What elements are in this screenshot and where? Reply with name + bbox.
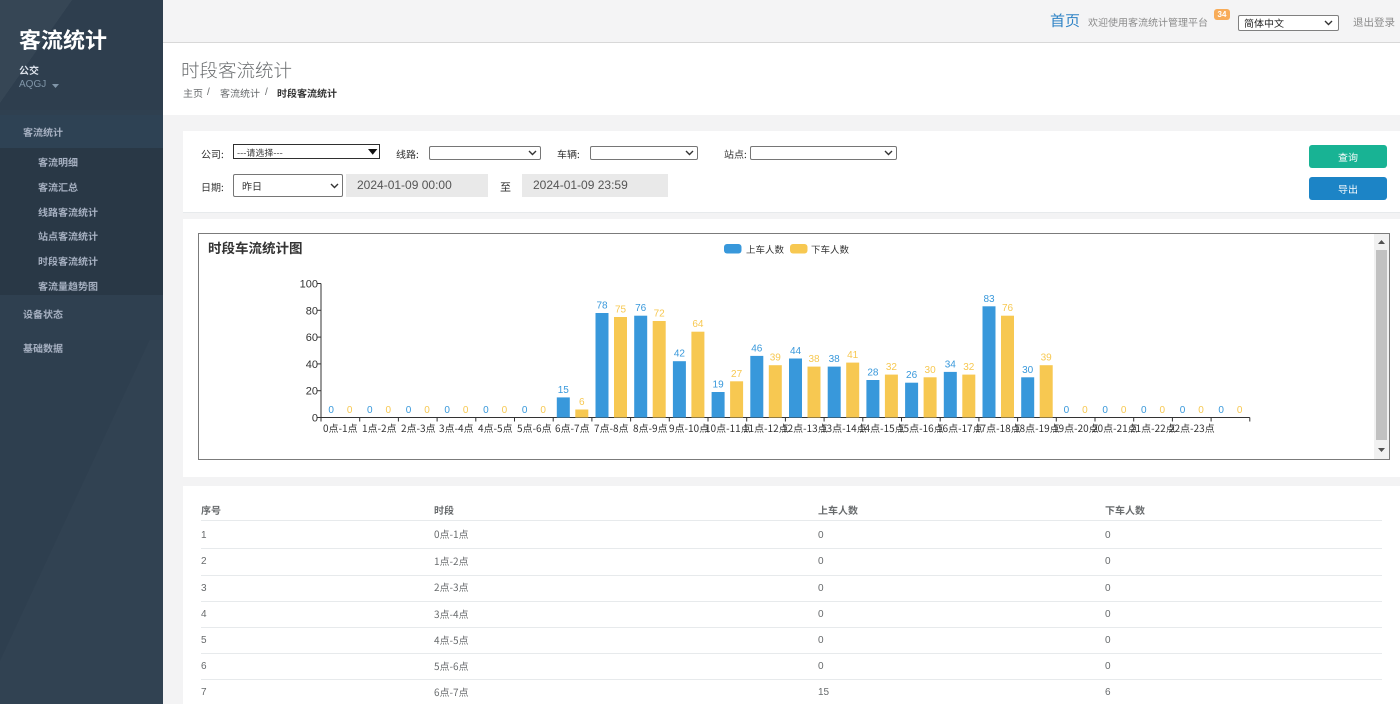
svg-text:83: 83 <box>983 294 995 305</box>
svg-text:80: 80 <box>306 305 318 317</box>
svg-text:44: 44 <box>790 346 802 357</box>
svg-text:38: 38 <box>829 354 841 365</box>
svg-text:76: 76 <box>1002 303 1014 314</box>
svg-text:64: 64 <box>692 319 704 330</box>
svg-text:42: 42 <box>674 349 686 360</box>
svg-text:20: 20 <box>306 386 318 398</box>
svg-text:0: 0 <box>1121 405 1127 416</box>
svg-text:0: 0 <box>424 405 430 416</box>
svg-text:0: 0 <box>1141 405 1147 416</box>
svg-text:28: 28 <box>867 368 879 379</box>
svg-text:76: 76 <box>635 303 647 314</box>
svg-text:100: 100 <box>300 279 318 291</box>
svg-text:0: 0 <box>502 405 508 416</box>
svg-text:19: 19 <box>713 380 725 391</box>
svg-text:6: 6 <box>579 397 585 408</box>
svg-text:0: 0 <box>463 405 469 416</box>
svg-text:38: 38 <box>808 354 820 365</box>
svg-text:30: 30 <box>925 365 937 376</box>
svg-text:32: 32 <box>886 362 898 373</box>
svg-text:0: 0 <box>483 405 489 416</box>
svg-text:0: 0 <box>1102 405 1108 416</box>
svg-text:0: 0 <box>444 405 450 416</box>
svg-text:0: 0 <box>1064 405 1070 416</box>
svg-text:0: 0 <box>1082 405 1088 416</box>
svg-text:39: 39 <box>770 353 782 364</box>
svg-text:0: 0 <box>347 405 353 416</box>
svg-text:0: 0 <box>328 405 334 416</box>
svg-text:39: 39 <box>1041 353 1053 364</box>
svg-text:0: 0 <box>1218 405 1224 416</box>
svg-text:15: 15 <box>558 385 570 396</box>
svg-text:0: 0 <box>522 405 528 416</box>
svg-text:60: 60 <box>306 332 318 344</box>
svg-text:41: 41 <box>847 350 859 361</box>
svg-text:72: 72 <box>654 309 666 320</box>
svg-text:30: 30 <box>1022 365 1034 376</box>
svg-text:0: 0 <box>406 405 412 416</box>
svg-text:46: 46 <box>751 343 763 354</box>
svg-text:78: 78 <box>596 301 608 312</box>
svg-text:0: 0 <box>386 405 392 416</box>
svg-text:75: 75 <box>615 305 627 316</box>
svg-text:40: 40 <box>306 359 318 371</box>
svg-text:0: 0 <box>1198 405 1204 416</box>
svg-text:0: 0 <box>1237 405 1243 416</box>
svg-text:34: 34 <box>945 359 957 370</box>
svg-text:27: 27 <box>731 369 743 380</box>
svg-text:32: 32 <box>963 362 975 373</box>
svg-text:0: 0 <box>540 405 546 416</box>
svg-text:0: 0 <box>1180 405 1186 416</box>
svg-text:0: 0 <box>312 413 318 425</box>
svg-text:26: 26 <box>906 370 918 381</box>
svg-text:0: 0 <box>367 405 373 416</box>
svg-text:0: 0 <box>1160 405 1166 416</box>
